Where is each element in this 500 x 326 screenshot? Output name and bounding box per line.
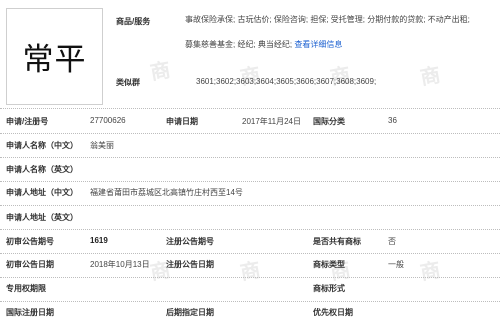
reg-pub-date-label: 注册公告日期 [166, 260, 214, 269]
applicant-address-en-label: 申请人地址（英文） [6, 213, 78, 222]
goods-line-2: 募集慈善基金; 经纪; 典当经纪; 查看详细信息 [185, 32, 342, 57]
watermark: 商 [418, 64, 443, 90]
app-date-value: 2017年11月24日 [242, 117, 301, 126]
exclusive-term-label: 专用权期限 [6, 284, 46, 293]
mark-form-label: 商标形式 [313, 284, 345, 293]
divider [0, 253, 500, 254]
divider [0, 277, 500, 278]
later-designation-date-label: 后期指定日期 [166, 308, 214, 317]
view-details-link[interactable]: 查看详细信息 [294, 40, 342, 49]
prelim-no-label: 初审公告期号 [6, 237, 54, 246]
applicant-name-en-label: 申请人名称（英文） [6, 165, 78, 174]
divider [0, 133, 500, 134]
trademark-image: 常平 [6, 8, 103, 105]
reg-pub-no-label: 注册公告期号 [166, 237, 214, 246]
intl-class-value: 36 [388, 116, 397, 125]
watermark: 商 [238, 259, 263, 285]
intl-reg-date-label: 国际注册日期 [6, 308, 54, 317]
similar-group-value: 3601;3602;3603;3604;3605;3606;3607;3608;… [196, 77, 377, 86]
shared-mark-value: 否 [388, 237, 396, 246]
priority-date-label: 优先权日期 [313, 308, 353, 317]
divider [0, 229, 500, 230]
shared-mark-label: 是否共有商标 [313, 237, 361, 246]
reg-no-value: 27700626 [90, 116, 126, 125]
goods-label: 商品/服务 [116, 17, 151, 26]
mark-type-label: 商标类型 [313, 260, 345, 269]
trademark-text: 常平 [22, 42, 87, 78]
divider [0, 181, 500, 182]
reg-no-label: 申请/注册号 [6, 117, 49, 126]
similar-group-label: 类似群 [116, 78, 140, 87]
divider [0, 205, 500, 206]
divider [0, 108, 500, 109]
applicant-name-cn-value: 翁美丽 [90, 141, 114, 150]
watermark: 商 [418, 259, 443, 285]
applicant-address-cn-value: 福建省莆田市荔城区北高镇竹庄村西至14号 [90, 188, 243, 197]
applicant-address-cn-label: 申请人地址（中文） [6, 188, 78, 197]
intl-class-label: 国际分类 [313, 117, 345, 126]
divider [0, 301, 500, 302]
goods-line-2-text: 募集慈善基金; 经纪; 典当经纪; [185, 40, 293, 49]
prelim-date-value: 2018年10月13日 [90, 260, 150, 269]
app-date-label: 申请日期 [166, 117, 198, 126]
divider [0, 157, 500, 158]
prelim-date-label: 初审公告日期 [6, 260, 54, 269]
prelim-no-value: 1619 [90, 236, 108, 245]
applicant-name-cn-label: 申请人名称（中文） [6, 141, 78, 150]
mark-type-value: 一般 [388, 260, 404, 269]
watermark: 商 [148, 59, 173, 85]
goods-line-1: 事故保险承保; 古玩估价; 保险咨询; 担保; 受托管理; 分期付款的贷款; 不… [185, 15, 470, 24]
